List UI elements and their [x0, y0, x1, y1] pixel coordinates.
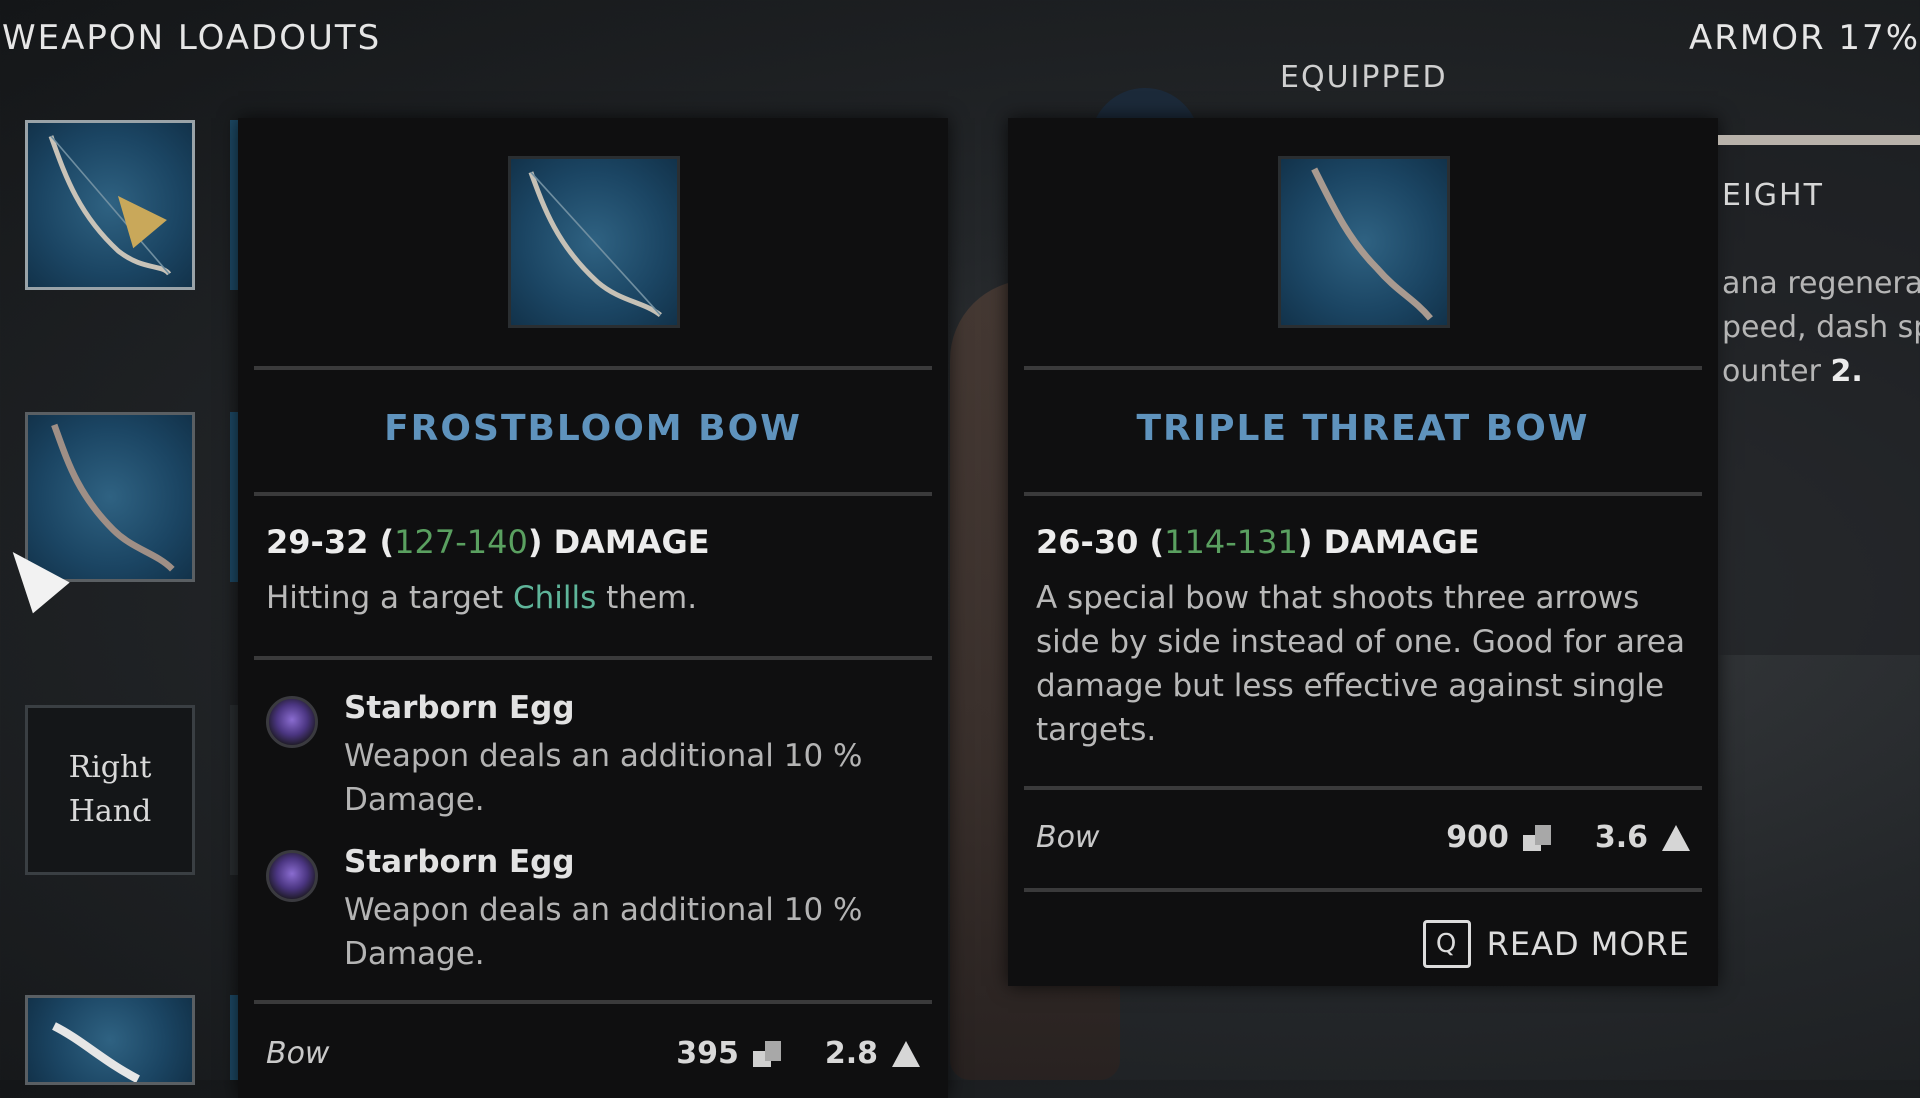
starborn-egg-icon — [266, 850, 318, 902]
divider — [1024, 366, 1702, 370]
coins-icon — [1522, 824, 1551, 851]
starborn-egg-icon — [266, 696, 318, 748]
stats-panel-bar — [1718, 135, 1920, 145]
stats-description: ana regenera peed, dash sp ounter 2. — [1722, 266, 1920, 389]
weapon-type: Bow — [266, 1036, 330, 1071]
weapon-slot-2[interactable] — [25, 412, 195, 582]
weight-icon — [892, 1040, 920, 1067]
stats-panel — [1718, 135, 1920, 655]
divider — [254, 656, 932, 660]
weapon-description: A special bow that shoots three arrows s… — [1036, 580, 1686, 748]
keyword-chills: Chills — [513, 580, 597, 616]
perk-description: Weapon deals an additional 10 % Damage. — [344, 892, 863, 972]
perk-name: Starborn Egg — [344, 844, 575, 880]
perk-item: Starborn Egg Weapon deals an additional … — [266, 844, 918, 984]
perk-name: Starborn Egg — [344, 690, 575, 726]
bow-icon — [51, 423, 175, 572]
weapon-value: 395 — [676, 1036, 739, 1071]
stats-heading: EIGHT — [1722, 178, 1824, 213]
damage-stat: 29-32 (127-140) DAMAGE — [266, 523, 710, 561]
slot-edge — [230, 120, 238, 290]
divider — [254, 366, 932, 370]
slot-edge — [230, 995, 238, 1080]
weapon-description: Hitting a target Chills them. — [266, 580, 698, 616]
weapon-footer: Bow 900 3.6 — [1036, 820, 1690, 855]
divider — [1024, 888, 1702, 892]
divider — [1024, 492, 1702, 496]
coins-icon — [752, 1040, 781, 1067]
weapon-slot-4[interactable] — [25, 995, 195, 1085]
weapon-weight: 2.8 — [824, 1036, 878, 1071]
right-hand-label: Right Hand — [68, 750, 152, 829]
slot-edge — [230, 705, 238, 875]
hovered-weapon-tooltip: FROSTBLOOM BOW 29-32 (127-140) DAMAGE Hi… — [238, 118, 948, 1098]
slot-edge — [230, 412, 238, 582]
equipped-label: EQUIPPED — [1280, 60, 1448, 95]
divider — [254, 1000, 932, 1004]
damage-stat: 26-30 (114-131) DAMAGE — [1036, 523, 1480, 561]
weapon-thumbnail — [508, 156, 680, 328]
read-more-label: READ MORE — [1486, 925, 1690, 963]
weapon-footer: Bow 395 2.8 — [266, 1036, 920, 1071]
perk-item: Starborn Egg Weapon deals an additional … — [266, 690, 918, 830]
section-title: WEAPON LOADOUTS — [2, 18, 382, 58]
weapon-weight: 3.6 — [1594, 820, 1648, 855]
bow-icon — [1311, 167, 1433, 321]
blade-icon — [52, 1022, 140, 1082]
weapon-type: Bow — [1036, 820, 1100, 855]
divider — [1024, 786, 1702, 790]
equipped-weapon-tooltip: TRIPLE THREAT BOW 26-30 (114-131) DAMAGE… — [1008, 118, 1718, 986]
armor-readout: ARMOR 17% — [1689, 18, 1920, 58]
bow-icon — [528, 171, 662, 318]
perk-description: Weapon deals an additional 10 % Damage. — [344, 738, 863, 818]
q-key-icon: Q — [1422, 920, 1471, 968]
weapon-value: 900 — [1446, 820, 1509, 855]
weight-icon — [1662, 824, 1690, 851]
read-more-button[interactable]: Q READ MORE — [1422, 920, 1690, 968]
divider — [254, 492, 932, 496]
weapon-thumbnail — [1278, 156, 1450, 328]
weapon-name: TRIPLE THREAT BOW — [1136, 408, 1590, 449]
weapon-name: FROSTBLOOM BOW — [384, 408, 802, 449]
right-hand-slot[interactable]: Right Hand — [25, 705, 195, 875]
